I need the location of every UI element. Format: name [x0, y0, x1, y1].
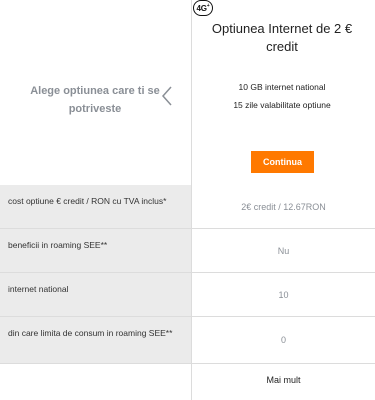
table-row: beneficii in roaming SEE** Nu — [0, 229, 375, 273]
row-label-roaming-benefits: beneficii in roaming SEE** — [0, 229, 191, 272]
row-label-cost: cost optiune € credit / RON cu TVA inclu… — [0, 185, 191, 228]
row-value-cost: 2€ credit / 12.67RON — [241, 201, 326, 212]
row-label-roaming-limit: din care limita de consum in roaming SEE… — [0, 317, 191, 363]
chevron-left-icon[interactable] — [160, 85, 174, 107]
row-label-national-internet: internet national — [0, 273, 191, 316]
table-row: cost optiune € credit / RON cu TVA inclu… — [0, 185, 375, 229]
continue-button[interactable]: Continua — [251, 151, 314, 173]
row-value-national-internet: 10 — [278, 289, 289, 300]
offer-title: Optiunea Internet de 2 € credit — [211, 21, 353, 54]
4g-plus-badge-icon: 4G + — [193, 0, 213, 16]
table-row: din care limita de consum in roaming SEE… — [0, 317, 375, 364]
row-value-roaming-limit: 0 — [280, 335, 286, 345]
offer-feature-validity: 15 zile valabilitate optiune — [233, 100, 331, 110]
offer-feature-data: 10 GB internet national — [238, 82, 326, 92]
row-value-roaming-benefits: Nu — [277, 245, 290, 256]
table-row: internet national 10 — [0, 273, 375, 317]
more-link[interactable]: Mai mult — [192, 375, 375, 385]
choose-option-prompt: Alege optiunea care ti se potriveste — [30, 85, 160, 115]
comparison-table: cost optiune € credit / RON cu TVA inclu… — [0, 185, 375, 364]
